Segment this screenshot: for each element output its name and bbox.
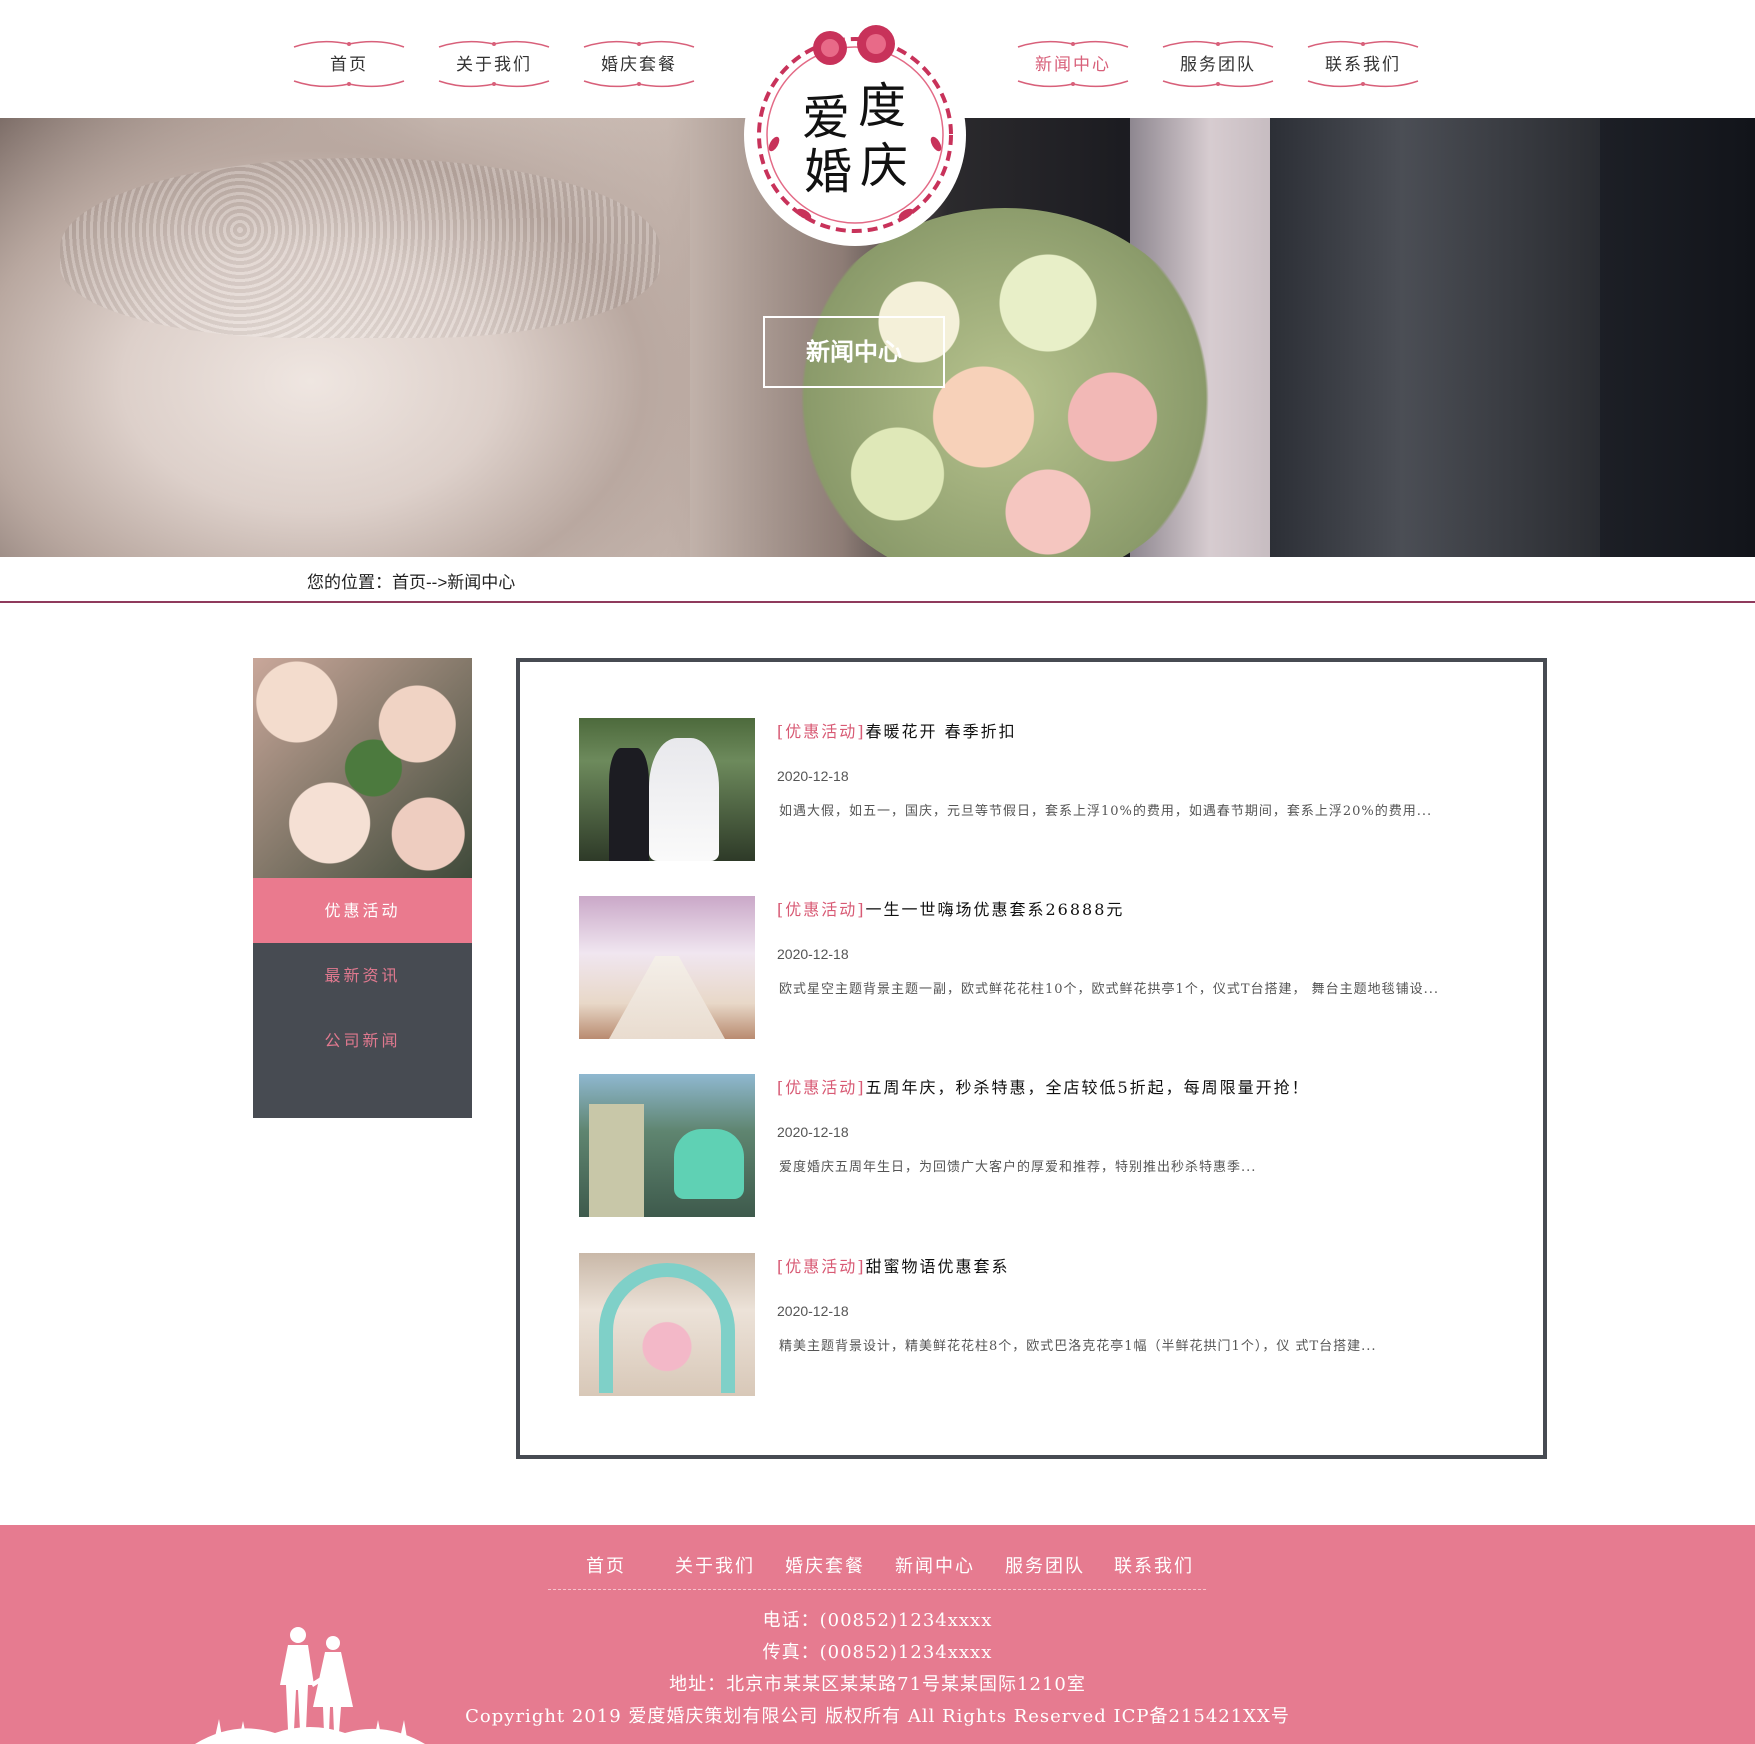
thumb-balloon-arch (599, 1263, 735, 1393)
footer-nav-home[interactable]: 首页 (586, 1552, 626, 1578)
ornament-icon (583, 40, 695, 48)
news-item[interactable]: [优惠活动]甜蜜物语优惠套系 2020-12-18 精美主题背景设计，精美鲜花花… (579, 1253, 1479, 1396)
hero-lace-pattern (60, 158, 660, 338)
news-description: 爱度婚庆五周年生日，为回馈广大客户的厚爱和推荐，特别推出秒杀特惠季... (779, 1160, 1257, 1175)
thumb-bridesmaid (674, 1129, 744, 1199)
news-date: 2020-12-18 (777, 768, 849, 784)
nav-home[interactable]: 首页 (290, 36, 408, 92)
footer-nav-about[interactable]: 关于我们 (675, 1552, 755, 1578)
news-thumbnail[interactable] (579, 1074, 755, 1217)
logo-char: 庆 (860, 138, 908, 194)
news-tag: [优惠活动] (777, 1257, 866, 1276)
divider (0, 601, 1755, 603)
news-date: 2020-12-18 (777, 946, 849, 962)
footer-nav-packages[interactable]: 婚庆套餐 (785, 1552, 865, 1578)
thumb-groom (609, 748, 649, 861)
ornament-icon (438, 80, 550, 88)
nav-contact[interactable]: 联系我们 (1304, 36, 1422, 92)
nav-about[interactable]: 关于我们 (435, 36, 553, 92)
ornament-icon (1307, 40, 1419, 48)
ornament-icon (293, 40, 405, 48)
breadcrumb[interactable]: 您的位置：首页-->新闻中心 (307, 568, 515, 593)
thumb-aisle (609, 956, 725, 1039)
news-list: [优惠活动]春暖花开 春季折扣 2020-12-18 如遇大假，如五一，国庆，元… (516, 658, 1547, 1459)
news-title-text: 五周年庆，秒杀特惠，全店较低5折起，每周限量开抢！ (865, 1078, 1310, 1097)
nav-packages[interactable]: 婚庆套餐 (580, 36, 698, 92)
ornament-icon (583, 80, 695, 88)
nav-label: 婚庆套餐 (601, 55, 677, 75)
news-title-text: 春暖花开 春季折扣 (865, 722, 1017, 741)
hero-groom-suit (1270, 118, 1600, 557)
footer: 首页 关于我们 婚庆套餐 新闻中心 服务团队 联系我们 电话：(00852)12… (0, 1525, 1755, 1744)
news-date: 2020-12-18 (777, 1124, 849, 1140)
news-thumbnail[interactable] (579, 896, 755, 1039)
ornament-icon (1017, 80, 1129, 88)
sidebar-item-promotions[interactable]: 优惠活动 (253, 878, 472, 943)
footer-nav-contact[interactable]: 联系我们 (1114, 1552, 1194, 1578)
sidebar-menu: 优惠活动 最新资讯 公司新闻 (253, 878, 472, 1118)
nav-label: 关于我们 (456, 55, 532, 75)
sidebar-flower-image (253, 658, 472, 878)
sidebar-item-company-news[interactable]: 公司新闻 (253, 1008, 472, 1073)
news-title[interactable]: [优惠活动]春暖花开 春季折扣 (777, 718, 1017, 742)
thumb-bride (649, 738, 719, 861)
news-title-text: 甜蜜物语优惠套系 (865, 1257, 1010, 1276)
news-tag: [优惠活动] (777, 900, 866, 919)
news-title[interactable]: [优惠活动]甜蜜物语优惠套系 (777, 1253, 1010, 1277)
ornament-icon (1307, 80, 1419, 88)
news-title-text: 一生一世嗨场优惠套系26888元 (865, 900, 1125, 919)
news-description: 欧式星空主题背景主题一副，欧式鲜花花柱10个，欧式鲜花拱亭1个，仪式T台搭建， … (779, 982, 1440, 997)
logo-char: 爱 (802, 90, 850, 146)
news-item[interactable]: [优惠活动]五周年庆，秒杀特惠，全店较低5折起，每周限量开抢！ 2020-12-… (579, 1074, 1479, 1217)
nav-news[interactable]: 新闻中心 (1014, 36, 1132, 92)
nav-label: 首页 (330, 55, 368, 75)
sidebar-item-latest-news[interactable]: 最新资讯 (253, 943, 472, 1008)
news-thumbnail[interactable] (579, 718, 755, 861)
footer-nav-team[interactable]: 服务团队 (1005, 1552, 1085, 1578)
news-date: 2020-12-18 (777, 1303, 849, 1319)
ornament-icon (438, 40, 550, 48)
nav-label: 联系我们 (1325, 55, 1401, 75)
nav-team[interactable]: 服务团队 (1159, 36, 1277, 92)
ornament-icon (293, 80, 405, 88)
news-item[interactable]: [优惠活动]春暖花开 春季折扣 2020-12-18 如遇大假，如五一，国庆，元… (579, 718, 1479, 861)
logo-wreath-icon: 爱 度 婚 庆 (757, 25, 953, 233)
news-title[interactable]: [优惠活动]一生一世嗨场优惠套系26888元 (777, 896, 1124, 920)
site-logo[interactable]: 爱 度 婚 庆 (744, 24, 966, 246)
news-tag: [优惠活动] (777, 722, 866, 741)
nav-label: 服务团队 (1180, 55, 1256, 75)
ornament-icon (1162, 80, 1274, 88)
news-description: 如遇大假，如五一，国庆，元旦等节假日，套系上浮10%的费用，如遇春节期间，套系上… (779, 804, 1433, 819)
hero-title: 新闻中心 (763, 316, 945, 388)
logo-char: 度 (858, 78, 906, 134)
footer-divider (548, 1589, 1206, 1590)
news-title[interactable]: [优惠活动]五周年庆，秒杀特惠，全店较低5折起，每周限量开抢！ (777, 1074, 1310, 1098)
nav-label: 新闻中心 (1035, 55, 1111, 75)
couple-silhouette-icon (195, 1627, 425, 1744)
ornament-icon (1162, 40, 1274, 48)
footer-nav-news[interactable]: 新闻中心 (895, 1552, 975, 1578)
logo-char: 婚 (804, 144, 852, 200)
ornament-icon (1017, 40, 1129, 48)
news-thumbnail[interactable] (579, 1253, 755, 1396)
news-item[interactable]: [优惠活动]一生一世嗨场优惠套系26888元 2020-12-18 欧式星空主题… (579, 896, 1479, 1039)
news-tag: [优惠活动] (777, 1078, 866, 1097)
thumb-groomsman (589, 1104, 644, 1217)
news-description: 精美主题背景设计，精美鲜花花柱8个，欧式巴洛克花亭1幅（半鲜花拱门1个），仪 式… (779, 1339, 1377, 1354)
